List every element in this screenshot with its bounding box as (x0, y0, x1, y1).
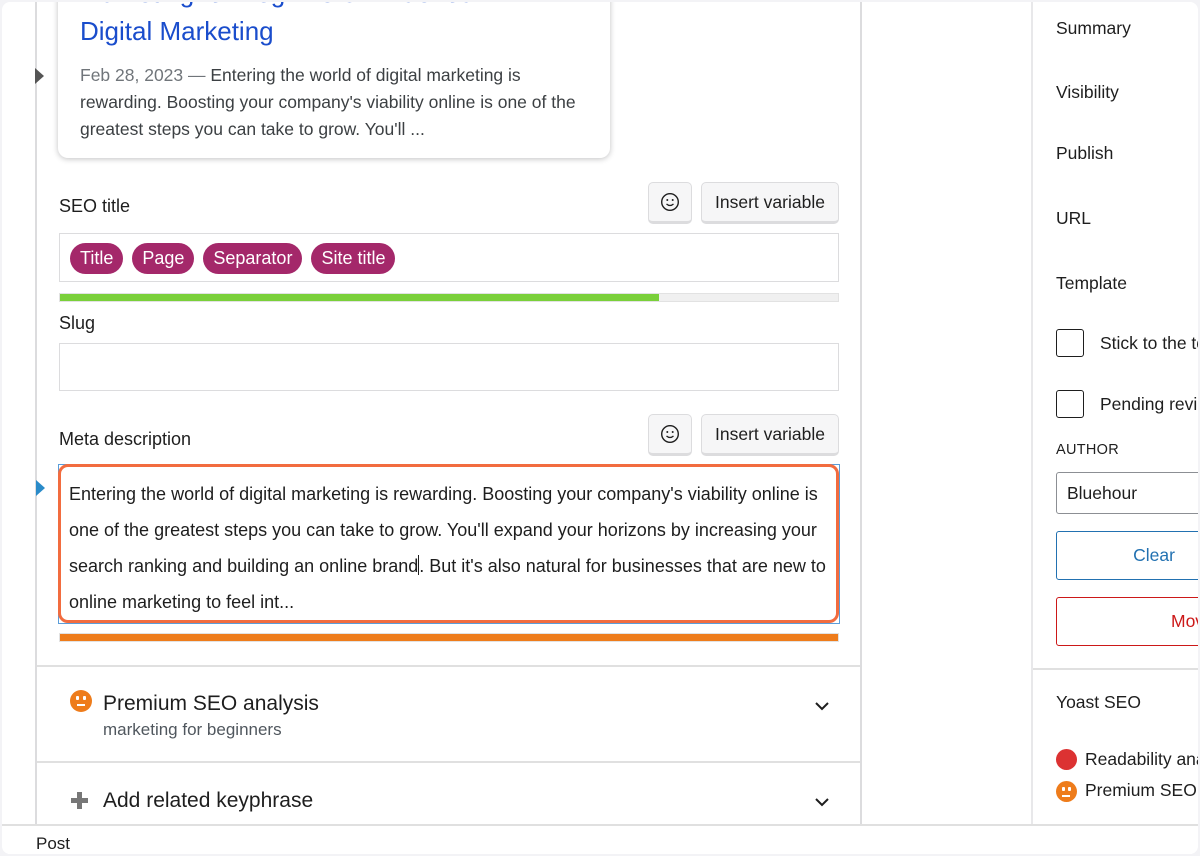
summary-heading[interactable]: Summary (1056, 18, 1131, 39)
preview-date: Feb 28, 2023 (80, 65, 184, 85)
sticky-checkbox-label[interactable]: Stick to the top of the blog (1100, 333, 1198, 354)
author-label: AUTHOR (1056, 442, 1120, 458)
breadcrumb-post[interactable]: Post (36, 834, 70, 854)
preview-dash: — (183, 65, 211, 85)
meta-description-input[interactable]: Entering the world of digital marketing … (58, 464, 839, 623)
premium-seo-analysis-label[interactable]: Premium SEO analysis (1085, 780, 1198, 801)
chevron-down-icon[interactable] (814, 794, 830, 810)
clear-button[interactable]: Clear (1056, 531, 1198, 580)
variable-pill-page[interactable]: Page (132, 243, 195, 274)
sidebar-row-publish[interactable]: Publish (1056, 143, 1113, 164)
editor-window: Marketing for Beginners - Bluehour Digit… (2, 2, 1198, 854)
add-related-keyphrase-title[interactable]: Add related keyphrase (103, 789, 313, 813)
seo-title-insert-variable-button[interactable]: Insert variable (701, 182, 839, 224)
caret-right-icon[interactable] (35, 68, 44, 84)
neutral-face-icon (1056, 781, 1077, 802)
variable-pill-title[interactable]: Title (70, 243, 124, 274)
smiley-icon (660, 424, 680, 444)
preview-title-line1[interactable]: Marketing for Beginners - Bluehour (80, 2, 483, 8)
plus-icon (71, 792, 88, 809)
meta-description-progress (59, 633, 839, 642)
sidebar-row-url[interactable]: URL (1056, 208, 1091, 229)
pending-review-checkbox-label[interactable]: Pending review (1100, 394, 1198, 415)
preview-snippet: Feb 28, 2023 — Entering the world of dig… (80, 62, 590, 143)
pending-review-checkbox[interactable] (1056, 390, 1084, 418)
sidebar-row-template[interactable]: Template (1056, 273, 1127, 294)
readability-analysis-label[interactable]: Readability analysis (1085, 749, 1198, 770)
panel-border (860, 2, 862, 824)
smiley-icon (660, 192, 680, 212)
premium-seo-analysis-keyphrase: marketing for beginners (103, 720, 282, 739)
neutral-face-icon (70, 690, 92, 712)
sidebar-row-visibility[interactable]: Visibility (1056, 82, 1119, 103)
slug-label: Slug (59, 313, 96, 333)
seo-title-progress (59, 293, 839, 302)
readability-status-icon (1056, 749, 1077, 770)
yoast-seo-heading[interactable]: Yoast SEO (1056, 692, 1141, 713)
seo-title-emoji-button[interactable] (648, 182, 692, 224)
chevron-down-icon[interactable] (814, 698, 830, 714)
google-preview-card: Marketing for Beginners - Bluehour Digit… (58, 2, 610, 158)
move-to-trash-button[interactable]: Move to trash (1056, 597, 1198, 646)
breadcrumb-bar: Post (2, 824, 1198, 854)
sidebar-border (1031, 2, 1033, 824)
premium-seo-analysis-title[interactable]: Premium SEO analysis (103, 692, 319, 716)
preview-title-line2[interactable]: Digital Marketing (80, 16, 274, 46)
meta-insert-variable-button[interactable]: Insert variable (701, 414, 839, 456)
section-divider (37, 665, 860, 667)
caret-right-icon (36, 480, 45, 496)
variable-pill-separator[interactable]: Separator (203, 243, 303, 274)
seo-title-label: SEO title (59, 196, 131, 216)
slug-input[interactable] (59, 343, 839, 391)
seo-title-progress-fill (60, 294, 660, 301)
panel-border (35, 2, 37, 824)
seo-title-input[interactable]: Title Page Separator Site title (59, 233, 839, 282)
section-divider (37, 761, 860, 763)
meta-description-label: Meta description (59, 429, 192, 449)
meta-description-progress-fill (60, 634, 838, 641)
sticky-checkbox[interactable] (1056, 329, 1084, 357)
meta-emoji-button[interactable] (648, 414, 692, 456)
author-select[interactable]: Bluehour (1056, 472, 1198, 514)
variable-pill-site-title[interactable]: Site title (311, 243, 396, 274)
sidebar-divider (1033, 668, 1198, 670)
